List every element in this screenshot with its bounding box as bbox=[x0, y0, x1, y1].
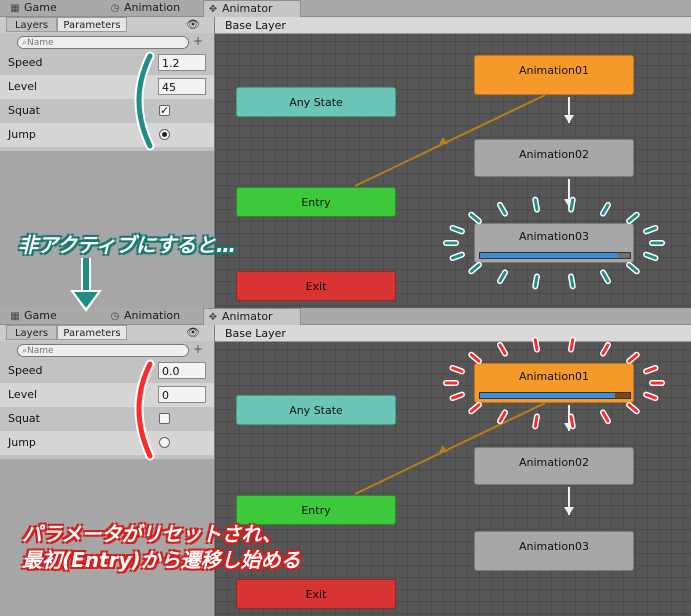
clock-icon: ◷ bbox=[110, 311, 120, 322]
animator-window-top: ▦ Game ◷ Animation ✥ Animator Layers Parame… bbox=[0, 0, 691, 308]
param-row-speed: Speed 1.2 bbox=[0, 51, 214, 75]
state-graph[interactable]: Base Layer Any State Entry Exit Animatio… bbox=[215, 17, 691, 308]
tab-animation[interactable]: ◷ Animation bbox=[106, 308, 196, 324]
squat-checkbox[interactable] bbox=[159, 413, 170, 424]
left-subtabs: Layers Parameters 👁 bbox=[0, 17, 214, 33]
level-field[interactable]: 45 bbox=[158, 78, 206, 95]
eye-icon[interactable]: 👁 bbox=[186, 326, 200, 339]
jump-trigger[interactable] bbox=[159, 129, 170, 140]
active-state-burst bbox=[443, 196, 665, 290]
burst-ray bbox=[569, 338, 575, 352]
search-input[interactable]: ⌕Name bbox=[17, 344, 189, 357]
game-icon: ▦ bbox=[10, 311, 20, 322]
param-row-jump: Jump bbox=[0, 431, 214, 455]
trigger-dot bbox=[162, 132, 167, 137]
param-name: Speed bbox=[8, 364, 43, 377]
tab-animation[interactable]: ◷ Animation bbox=[106, 0, 196, 16]
burst-ray bbox=[533, 274, 539, 288]
param-row-speed: Speed 0.0 bbox=[0, 359, 214, 383]
param-name: Squat bbox=[8, 412, 40, 425]
burst-ray bbox=[533, 198, 539, 212]
eye-icon[interactable]: 👁 bbox=[186, 18, 200, 31]
param-row-jump: Jump bbox=[0, 123, 214, 147]
animator-icon: ✥ bbox=[208, 4, 218, 15]
param-name: Speed bbox=[8, 56, 43, 69]
window-tab-bar: ▦ Game ◷ Animation ✥ Animator bbox=[0, 308, 691, 325]
add-parameter-button[interactable]: + bbox=[193, 34, 203, 48]
search-input[interactable]: ⌕Name bbox=[17, 36, 189, 49]
param-name: Jump bbox=[8, 128, 36, 141]
top-caption: 非アクティブにすると… bbox=[18, 233, 236, 257]
tab-parameters[interactable]: Parameters bbox=[57, 17, 127, 32]
param-row-squat: Squat ✓ bbox=[0, 99, 214, 123]
bottom-caption-line2: 最初(Entry)から遷移し始める bbox=[22, 548, 301, 572]
parameters-panel: Layers Parameters 👁 ⌕Name + Speed 1.2 Le… bbox=[0, 17, 215, 308]
burst-ray bbox=[569, 198, 575, 212]
param-name: Level bbox=[8, 388, 38, 401]
left-subtabs: Layers Parameters 👁 bbox=[0, 325, 214, 341]
add-parameter-button[interactable]: + bbox=[193, 342, 203, 356]
game-icon: ▦ bbox=[10, 3, 20, 14]
param-row-level: Level 45 bbox=[0, 75, 214, 99]
speed-field[interactable]: 0.0 bbox=[158, 362, 206, 379]
burst-ray bbox=[533, 414, 539, 428]
burst-ray bbox=[569, 414, 575, 428]
bottom-caption-line1: パラメータがリセットされ、 bbox=[22, 522, 282, 546]
animator-icon: ✥ bbox=[208, 312, 218, 323]
param-row-squat: Squat bbox=[0, 407, 214, 431]
tab-game[interactable]: ▦ Game bbox=[6, 0, 96, 16]
window-tab-bar: ▦ Game ◷ Animation ✥ Animator bbox=[0, 0, 691, 17]
burst-ray bbox=[569, 274, 575, 288]
tab-parameters[interactable]: Parameters bbox=[57, 325, 127, 340]
clock-icon: ◷ bbox=[110, 3, 120, 14]
tab-game[interactable]: ▦ Game bbox=[6, 308, 96, 324]
tab-layers[interactable]: Layers bbox=[6, 325, 57, 340]
tab-animator[interactable]: ✥ Animator bbox=[203, 0, 301, 17]
param-row-level: Level 0 bbox=[0, 383, 214, 407]
tab-layers[interactable]: Layers bbox=[6, 17, 57, 32]
jump-trigger[interactable] bbox=[159, 437, 170, 448]
param-name: Level bbox=[8, 80, 38, 93]
burst-ray bbox=[533, 338, 539, 352]
squat-checkbox[interactable]: ✓ bbox=[159, 105, 170, 116]
param-name: Squat bbox=[8, 104, 40, 117]
tab-animator[interactable]: ✥ Animator bbox=[203, 308, 301, 325]
level-field[interactable]: 0 bbox=[158, 386, 206, 403]
speed-field[interactable]: 1.2 bbox=[158, 54, 206, 71]
param-name: Jump bbox=[8, 436, 36, 449]
